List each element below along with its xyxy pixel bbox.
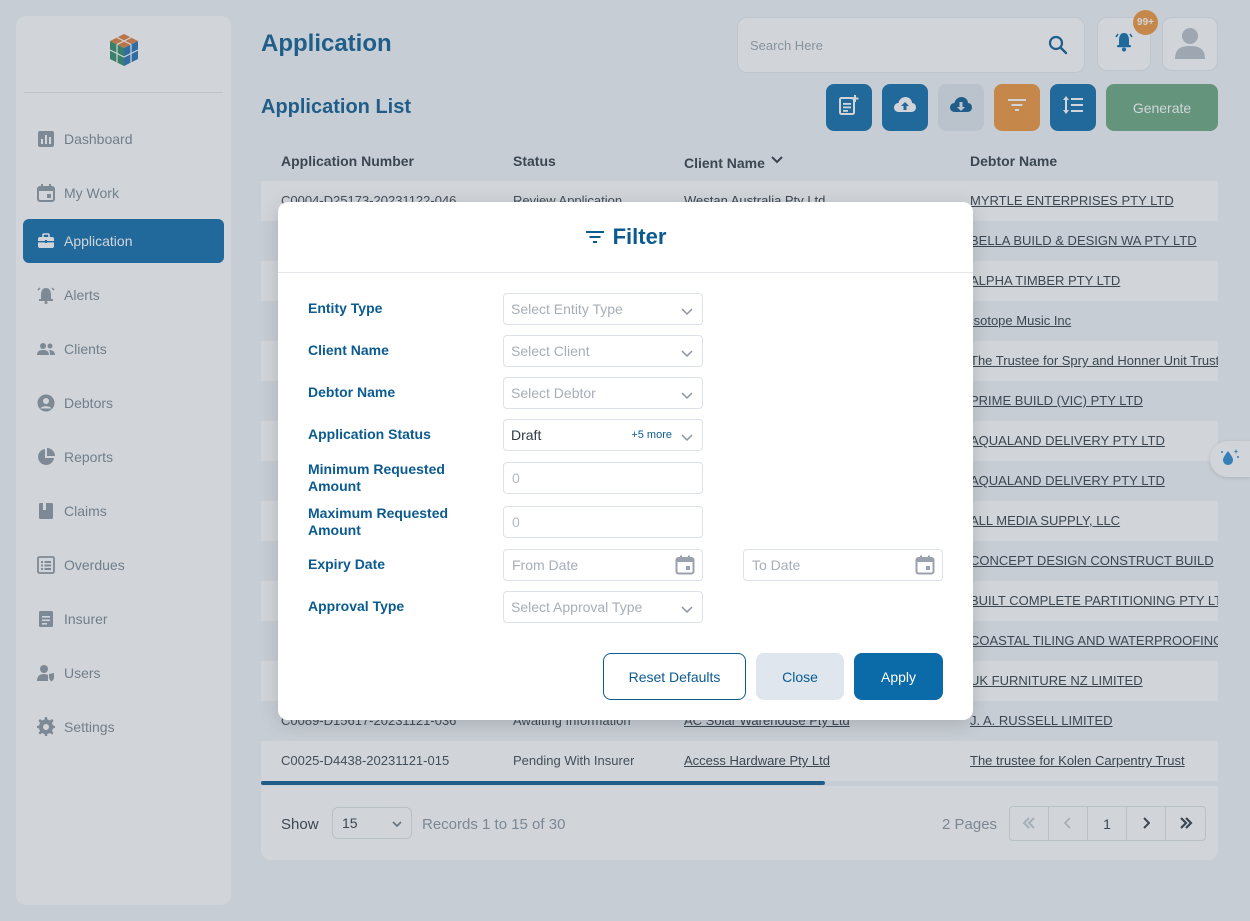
from-date-placeholder: From Date	[512, 557, 579, 573]
client-name-label: Client Name	[308, 342, 389, 358]
entity-type-label: Entity Type	[308, 300, 383, 316]
application-status-select[interactable]: Draft +5 more	[503, 419, 703, 451]
filter-modal: Filter Entity Type Select Entity Type Cl…	[278, 202, 973, 720]
approval-type-label: Approval Type	[308, 598, 405, 614]
more-selected-count: +5 more	[631, 429, 672, 441]
debtor-name-placeholder: Select Debtor	[511, 385, 596, 401]
min-amount-input[interactable]	[503, 462, 703, 494]
filter-modal-header: Filter	[278, 202, 973, 273]
application-status-value: Draft	[511, 427, 542, 443]
client-name-select[interactable]: Select Client	[503, 335, 703, 367]
apply-button[interactable]: Apply	[854, 653, 943, 700]
expiry-from-date-input[interactable]: From Date	[503, 549, 703, 581]
close-button[interactable]: Close	[756, 653, 844, 700]
expiry-date-label: Expiry Date	[308, 556, 386, 572]
debtor-name-label: Debtor Name	[308, 384, 396, 400]
chevron-down-icon	[681, 430, 693, 446]
chevron-down-icon	[681, 346, 693, 362]
application-status-label: Application Status	[308, 426, 431, 442]
filter-modal-title: Filter	[612, 224, 667, 249]
entity-type-placeholder: Select Entity Type	[511, 301, 623, 317]
client-name-placeholder: Select Client	[511, 343, 590, 359]
expiry-to-date-input[interactable]: To Date	[743, 549, 943, 581]
entity-type-select[interactable]: Select Entity Type	[503, 293, 703, 325]
approval-type-select[interactable]: Select Approval Type	[503, 591, 703, 623]
filter-icon	[585, 230, 605, 244]
chevron-down-icon	[681, 602, 693, 618]
chevron-down-icon	[681, 388, 693, 404]
max-amount-input[interactable]	[503, 506, 703, 538]
calendar-icon[interactable]	[675, 555, 695, 578]
chevron-down-icon	[681, 304, 693, 320]
reset-defaults-button[interactable]: Reset Defaults	[603, 653, 746, 700]
approval-type-placeholder: Select Approval Type	[511, 599, 643, 615]
max-amount-label: Maximum Requested Amount	[308, 505, 449, 538]
debtor-name-select[interactable]: Select Debtor	[503, 377, 703, 409]
to-date-placeholder: To Date	[752, 557, 801, 573]
calendar-icon[interactable]	[915, 555, 935, 578]
min-amount-label: Minimum Requested Amount	[308, 461, 445, 494]
